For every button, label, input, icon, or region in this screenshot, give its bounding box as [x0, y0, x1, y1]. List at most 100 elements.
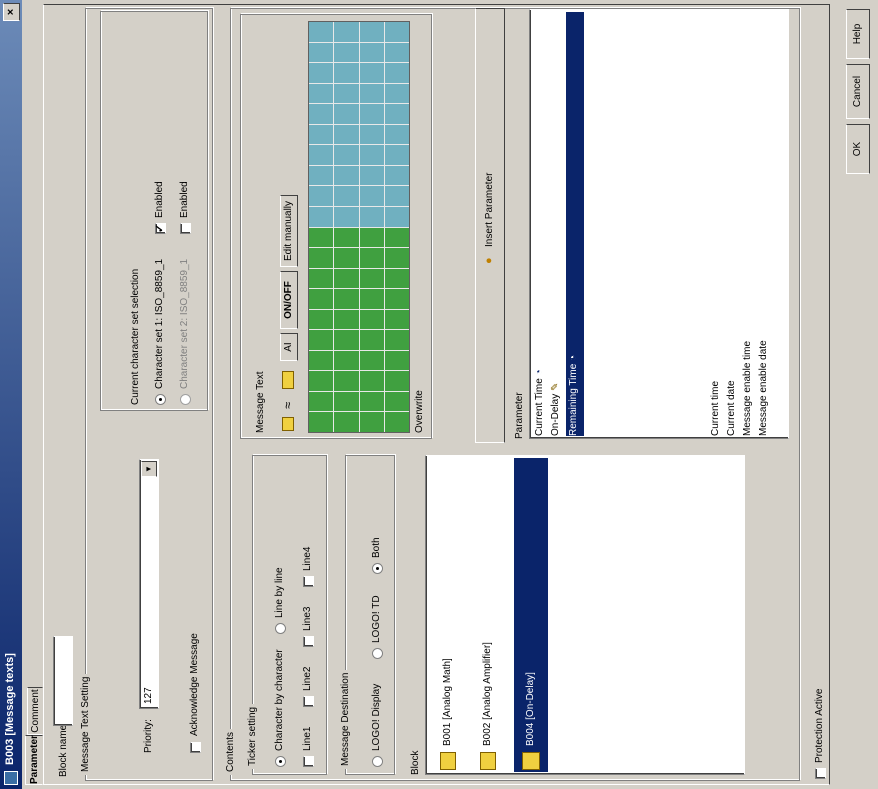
grid-cell[interactable]	[359, 350, 384, 371]
ticker-line2-checkbox[interactable]	[303, 696, 314, 707]
grid-cell[interactable]	[334, 248, 359, 268]
grid-cell[interactable]	[359, 268, 384, 289]
grid-cell[interactable]	[384, 165, 409, 186]
grid-cell[interactable]	[334, 22, 359, 42]
grid-cell[interactable]	[384, 412, 409, 432]
charset2-radio[interactable]	[180, 394, 191, 405]
grid-cell[interactable]	[334, 227, 359, 248]
grid-cell[interactable]	[334, 371, 359, 391]
charset1-enabled-checkbox[interactable]	[155, 223, 166, 234]
grid-cell[interactable]	[359, 206, 384, 227]
grid-cell[interactable]	[384, 22, 409, 42]
grid-cell[interactable]	[334, 309, 359, 330]
grid-cell[interactable]	[334, 42, 359, 63]
grid-cell[interactable]	[334, 186, 359, 206]
cancel-button[interactable]: Cancel	[846, 64, 870, 119]
list-item-selected[interactable]: B004 [On-Delay]	[514, 458, 548, 772]
charset1-radio[interactable]	[155, 394, 166, 405]
grid-cell[interactable]	[359, 104, 384, 124]
grid-cell[interactable]	[334, 124, 359, 145]
grid-cell[interactable]	[334, 350, 359, 371]
insert-parameter-button[interactable]: ● Insert Parameter	[475, 8, 505, 443]
grid-cell[interactable]	[309, 186, 334, 206]
grid-cell[interactable]	[309, 371, 334, 391]
message-text-grid[interactable]	[308, 21, 410, 433]
grid-cell[interactable]	[359, 289, 384, 309]
grid-cell[interactable]	[384, 350, 409, 371]
grid-cell[interactable]	[384, 289, 409, 309]
grid-cell[interactable]	[309, 268, 334, 289]
acknowledge-checkbox[interactable]	[190, 742, 201, 753]
grid-cell[interactable]	[359, 22, 384, 42]
grid-cell[interactable]	[359, 371, 384, 391]
grid-cell[interactable]	[359, 145, 384, 165]
ticker-line3-checkbox[interactable]	[303, 636, 314, 647]
grid-cell[interactable]	[359, 186, 384, 206]
grid-cell[interactable]	[384, 391, 409, 412]
grid-cell[interactable]	[334, 165, 359, 186]
list-item-selected[interactable]: Remaining Time ◔	[566, 12, 584, 436]
grid-cell[interactable]	[359, 83, 384, 104]
grid-cell[interactable]	[309, 289, 334, 309]
grid-cell[interactable]	[359, 248, 384, 268]
grid-cell[interactable]	[309, 227, 334, 248]
grid-cell[interactable]	[384, 309, 409, 330]
destination-display-radio[interactable]	[372, 756, 383, 767]
grid-cell[interactable]	[309, 83, 334, 104]
grid-cell[interactable]	[384, 227, 409, 248]
grid-cell[interactable]	[334, 104, 359, 124]
grid-cell[interactable]	[309, 145, 334, 165]
edit-manually-button[interactable]: Edit manually	[280, 195, 298, 267]
grid-cell[interactable]	[384, 145, 409, 165]
ticker-by-line-radio[interactable]	[275, 623, 286, 634]
grid-cell[interactable]	[309, 206, 334, 227]
grid-cell[interactable]	[334, 391, 359, 412]
grid-cell[interactable]	[359, 309, 384, 330]
grid-cell[interactable]	[334, 289, 359, 309]
list-item[interactable]: B002 [Analog Amplifier]	[474, 458, 502, 772]
grid-cell[interactable]	[309, 309, 334, 330]
grid-cell[interactable]	[384, 371, 409, 391]
grid-cell[interactable]	[309, 165, 334, 186]
grid-cell[interactable]	[309, 412, 334, 432]
block-name-input[interactable]	[53, 636, 73, 726]
list-item[interactable]: Message enable date	[756, 340, 772, 436]
list-item[interactable]: Current time	[708, 340, 724, 436]
protection-checkbox[interactable]	[815, 768, 826, 779]
close-button[interactable]: ×	[3, 3, 20, 21]
grid-cell[interactable]	[309, 391, 334, 412]
grid-cell[interactable]	[309, 22, 334, 42]
onoff-button[interactable]: ON/OFF	[280, 271, 298, 329]
grid-cell[interactable]	[359, 42, 384, 63]
grid-cell[interactable]	[359, 124, 384, 145]
grid-cell[interactable]	[309, 42, 334, 63]
grid-cell[interactable]	[309, 104, 334, 124]
grid-cell[interactable]	[384, 104, 409, 124]
grid-cell[interactable]	[359, 330, 384, 350]
parameter-list[interactable]: Current Time ◔ On-Delay ✎ Remaining Time…	[529, 9, 789, 439]
grid-cell[interactable]	[334, 206, 359, 227]
symbol-icon[interactable]: ≈	[280, 402, 295, 409]
tab-comment[interactable]: Comment	[27, 687, 43, 735]
grid-cell[interactable]	[384, 248, 409, 268]
grid-cell[interactable]	[384, 83, 409, 104]
grid-cell[interactable]	[384, 124, 409, 145]
grid-cell[interactable]	[359, 391, 384, 412]
grid-cell[interactable]	[334, 268, 359, 289]
list-item[interactable]: B001 [Analog Math]	[434, 458, 462, 772]
bar-graph-icon[interactable]	[282, 371, 294, 389]
grid-cell[interactable]	[334, 330, 359, 350]
grid-cell[interactable]	[359, 227, 384, 248]
grid-cell[interactable]	[359, 165, 384, 186]
help-button[interactable]: Help	[846, 9, 870, 59]
grid-cell[interactable]	[384, 268, 409, 289]
grid-cell[interactable]	[384, 42, 409, 63]
ticker-by-char-radio[interactable]	[275, 756, 286, 767]
charset2-enabled-checkbox[interactable]	[180, 223, 191, 234]
destination-td-radio[interactable]	[372, 648, 383, 659]
grid-cell[interactable]	[309, 124, 334, 145]
ticker-line1-checkbox[interactable]	[303, 756, 314, 767]
grid-cell[interactable]	[309, 248, 334, 268]
ok-button[interactable]: OK	[846, 124, 870, 174]
grid-cell[interactable]	[309, 330, 334, 350]
